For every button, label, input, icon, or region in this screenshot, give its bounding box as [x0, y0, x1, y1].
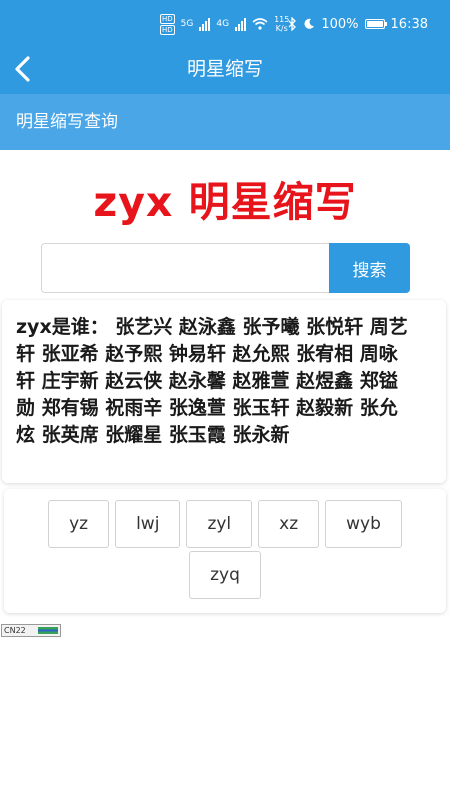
result-text: zyx是谁： 张艺兴 赵泳鑫 张予曦 张悦轩 周艺轩 张亚希 赵予熙 钟易轩 赵…: [16, 316, 408, 446]
stats-badge-label: CN22: [4, 626, 26, 635]
related-tags-card: yz lwj zyl xz wyb zyq: [4, 489, 446, 613]
network-label-1: 5G: [180, 19, 194, 29]
status-left: HD HD 5G 4G 115 K/s: [160, 12, 289, 36]
tag-yz[interactable]: yz: [48, 500, 110, 548]
tag-xz[interactable]: xz: [258, 500, 320, 548]
status-right: 100% 16:38: [288, 12, 428, 36]
clock: 16:38: [390, 16, 428, 32]
hd-badge-2: HD: [160, 24, 175, 35]
wifi-icon: [252, 18, 268, 30]
network-speed: 115 K/s: [274, 15, 289, 33]
tag-zyq[interactable]: zyq: [189, 551, 261, 599]
tag-list: yz lwj zyl xz wyb zyq: [4, 500, 446, 601]
network-label-2: 4G: [216, 19, 230, 29]
moon-icon: [304, 18, 315, 29]
search-input[interactable]: [41, 243, 329, 293]
tag-zyl[interactable]: zyl: [186, 500, 253, 548]
bluetooth-icon: [288, 17, 297, 31]
tag-wyb[interactable]: wyb: [325, 500, 402, 548]
sub-header-title: 明星缩写查询: [16, 112, 118, 132]
battery-icon: [364, 19, 387, 29]
hd-badge-1: HD: [160, 13, 175, 24]
page-title: zyx 明星缩写: [93, 178, 357, 226]
search-button[interactable]: 搜索: [329, 243, 410, 293]
speed-value: 115: [274, 15, 290, 24]
stats-badge[interactable]: CN22: [1, 624, 61, 637]
app-bar: 明星缩写: [0, 44, 450, 94]
signal-icon: [199, 17, 211, 31]
tag-lwj[interactable]: lwj: [115, 500, 181, 548]
stats-badge-flag-icon: [38, 627, 58, 634]
signal-icon-2: [235, 17, 247, 31]
result-card: zyx是谁： 张艺兴 赵泳鑫 张予曦 张悦轩 周艺轩 张亚希 赵予熙 钟易轩 赵…: [2, 300, 446, 483]
sub-header: 明星缩写查询: [0, 94, 450, 150]
battery-percent: 100%: [321, 16, 359, 32]
app-title: 明星缩写: [186, 58, 263, 80]
status-bar: HD HD 5G 4G 115 K/s 100% 16:38: [0, 0, 450, 44]
speed-unit: K/s: [275, 24, 288, 33]
